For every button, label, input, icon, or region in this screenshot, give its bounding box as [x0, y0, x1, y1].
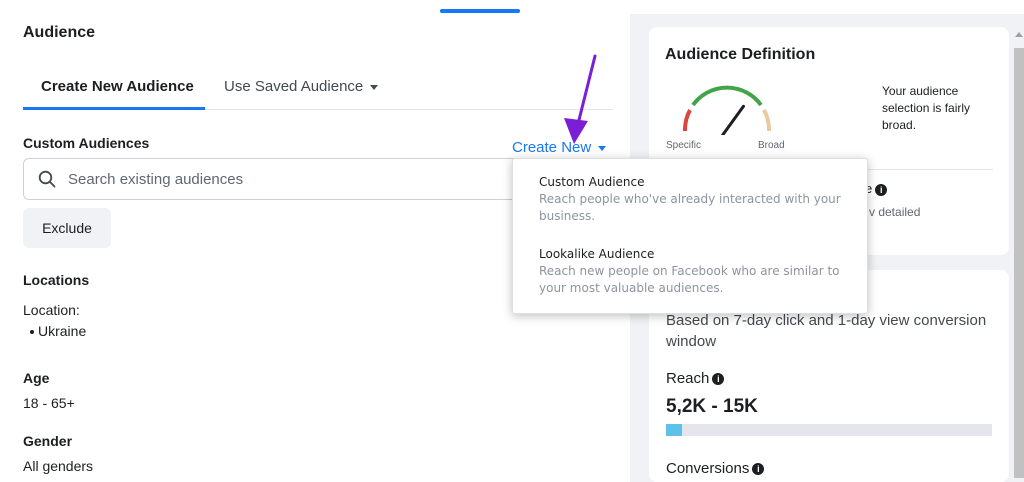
conversions-label-text: Conversions: [666, 460, 750, 477]
active-tab-indicator: [440, 9, 520, 13]
gender-heading: Gender: [23, 433, 73, 449]
gauge-specific-label: Specific: [666, 140, 702, 151]
location-sublabel: Location:: [23, 302, 80, 318]
gauge-icon: [683, 85, 771, 135]
info-icon[interactable]: i: [875, 183, 888, 196]
tab-use-saved-label: Use Saved Audience: [224, 78, 364, 95]
active-tab-underline: [23, 107, 205, 110]
age-value: 18 - 65+: [23, 395, 75, 411]
menu-item-lookalike-audience[interactable]: Lookalike Audience Reach new people on F…: [539, 247, 844, 297]
reach-bar-fill: [666, 424, 683, 436]
list-bullet: [30, 330, 34, 334]
caret-down-icon: [370, 84, 379, 90]
gauge-broad-label: Broad: [758, 140, 785, 151]
create-new-dropdown-menu: Custom Audience Reach people who've alre…: [512, 158, 868, 314]
age-heading: Age: [23, 370, 50, 386]
tab-create-new-audience[interactable]: Create New Audience: [41, 78, 194, 95]
scroll-up-arrow-icon[interactable]: [1015, 32, 1023, 37]
partial-detailed-text: v detailed: [869, 205, 921, 219]
reach-label-text: Reach: [666, 370, 710, 387]
exclude-button[interactable]: Exclude: [23, 208, 111, 248]
audience-definition-description: Your audience selection is fairly broad.: [882, 84, 971, 132]
info-icon[interactable]: i: [712, 373, 725, 386]
gender-value: All genders: [23, 458, 94, 474]
menu-item-description: Reach people who've already interacted w…: [539, 192, 841, 223]
location-item: Ukraine: [38, 323, 87, 339]
conversion-window-text: Based on 7-day click and 1-day view conv…: [666, 312, 987, 350]
info-icon[interactable]: i: [752, 463, 765, 476]
tab-use-saved-audience[interactable]: Use Saved Audience: [224, 78, 379, 95]
menu-item-custom-audience[interactable]: Custom Audience Reach people who've alre…: [539, 175, 844, 225]
audience-definition-title: Audience Definition: [665, 46, 816, 63]
section-title: Audience: [23, 24, 96, 41]
reach-label: Reach i: [666, 370, 725, 387]
search-icon: [38, 170, 56, 188]
potential-reach-label: ei: [865, 181, 888, 196]
menu-item-title: Lookalike Audience: [539, 247, 655, 261]
conversions-label: Conversions i: [666, 460, 765, 477]
menu-item-title: Custom Audience: [539, 175, 645, 189]
custom-audiences-label: Custom Audiences: [23, 135, 150, 151]
audience-tabs: Create New Audience Use Saved Audience: [23, 74, 613, 110]
search-placeholder: Search existing audiences: [68, 171, 244, 188]
reach-value: 5,2K - 15K: [666, 396, 758, 417]
locations-heading: Locations: [23, 272, 90, 288]
annotation-arrow-icon: [564, 54, 597, 144]
reach-bar: [666, 424, 992, 436]
scrollbar-thumb[interactable]: [1014, 48, 1024, 478]
menu-item-description: Reach new people on Facebook who are sim…: [539, 264, 840, 295]
